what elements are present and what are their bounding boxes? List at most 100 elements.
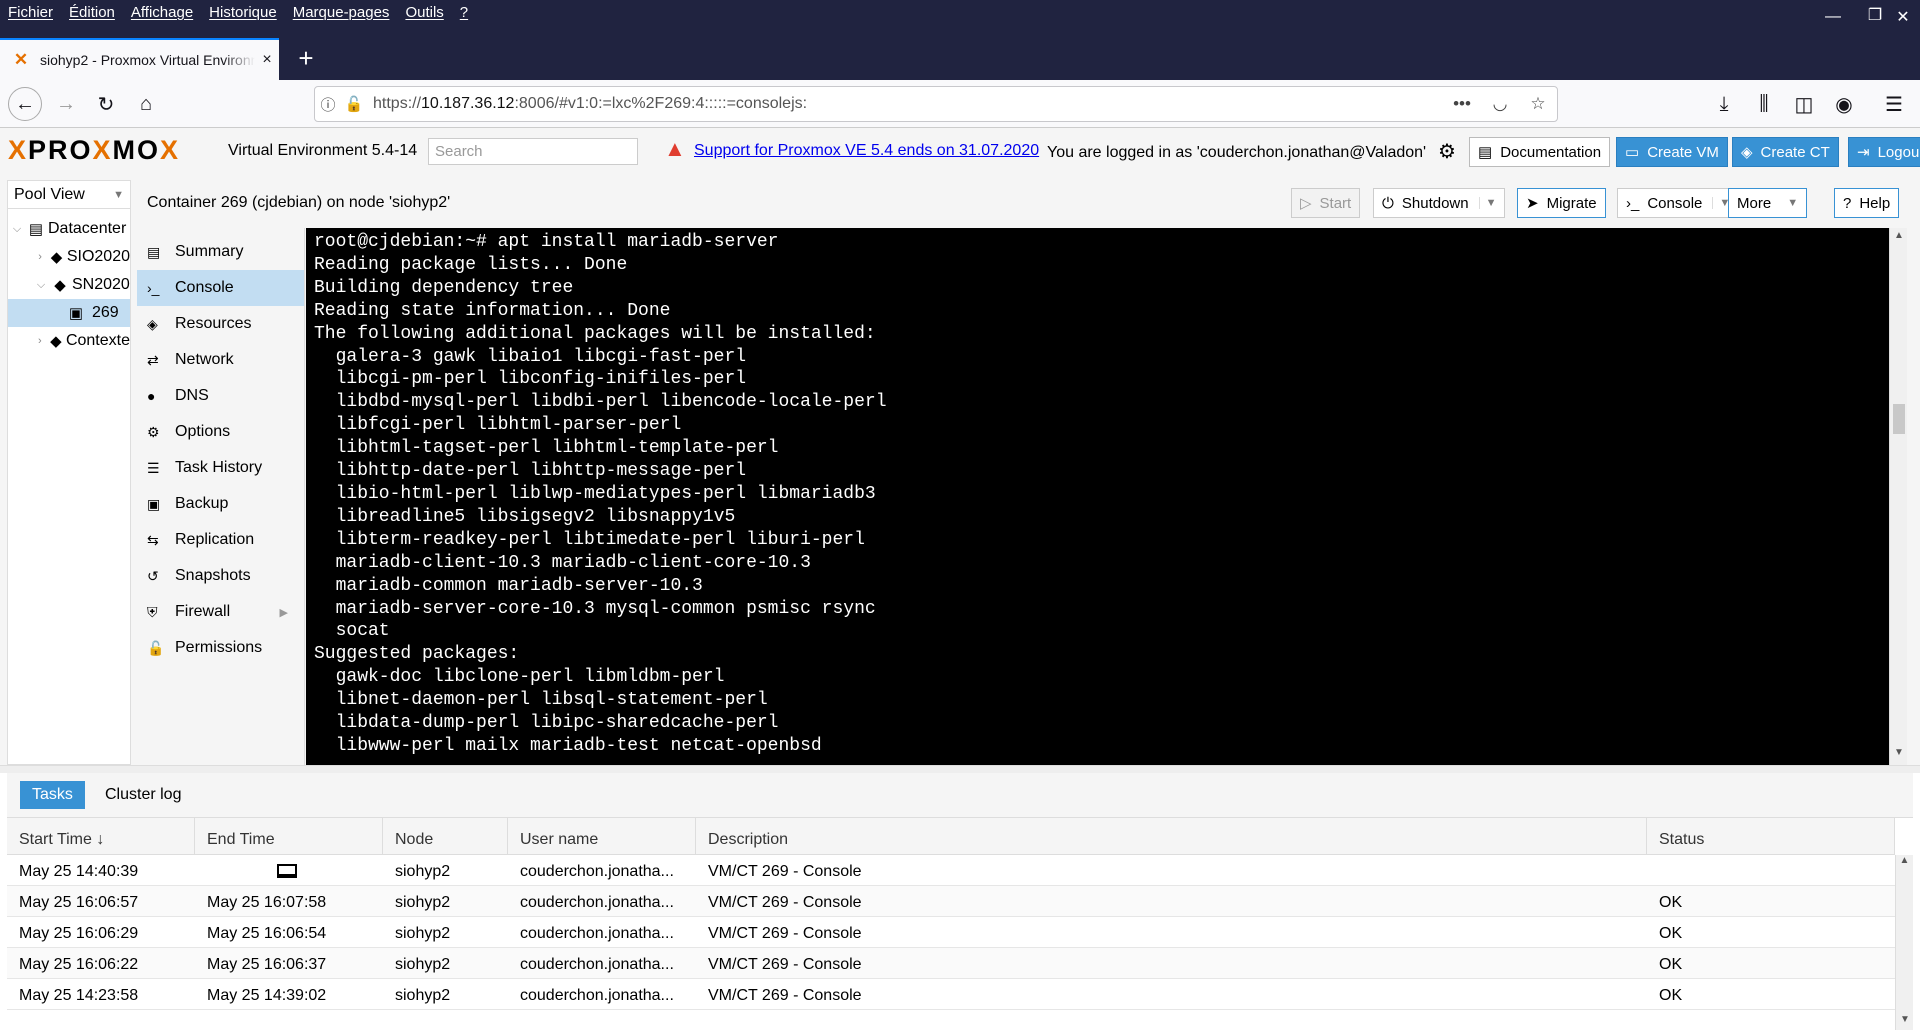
reload-icon[interactable]: ↻ [88,87,124,121]
chevron-down-icon[interactable]: ▼ [1478,197,1496,209]
cell-node: siohyp2 [395,987,451,1004]
more-button[interactable]: More ▼ [1728,188,1808,218]
expand-arrow-icon[interactable]: › [34,335,46,347]
scroll-down-icon[interactable]: ▼ [1896,1014,1914,1030]
subnav-permissions[interactable]: 🔓 Permissions [137,630,304,666]
scroll-down-icon[interactable]: ▼ [1890,747,1908,763]
terminal-line: libio-html-perl liblwp-mediatypes-perl l… [314,483,876,504]
console-terminal[interactable]: root@cjdebian:~# apt install mariadb-ser… [306,228,1889,765]
forward-icon[interactable]: → [48,87,84,121]
insecure-lock-icon[interactable]: 🔓 [341,95,367,113]
subnav-snapshots[interactable]: ↺ Snapshots [137,558,304,594]
migrate-button[interactable]: ➤ Migrate [1517,188,1606,218]
console-button[interactable]: ›_ Console ▼ [1617,188,1740,218]
sidebar-icon[interactable]: ◫ [1786,87,1822,121]
running-desktop-icon [277,864,297,878]
create-ct-button[interactable]: ◈ Create CT [1732,137,1839,167]
table-row[interactable]: May 25 14:23:58 May 25 14:39:02 siohyp2 … [7,979,1895,1010]
hamburger-menu-icon[interactable]: ☰ [1876,87,1912,121]
cell-user: couderchon.jonatha... [520,987,674,1004]
search-input[interactable]: Search [428,138,638,165]
tab-title: siohyp2 - Proxmox Virtual Environment [40,52,255,68]
documentation-button[interactable]: ▤ Documentation [1469,137,1611,167]
chevron-down-icon: ▼ [113,188,124,201]
terminal-scrollbar[interactable]: ▲ ▼ [1889,228,1907,765]
column-status[interactable]: Status [1647,818,1895,854]
cell-description: VM/CT 269 - Console [708,987,862,1004]
scroll-up-icon[interactable]: ▲ [1896,855,1913,871]
tab-close-icon[interactable]: × [255,51,279,69]
menu-fichier[interactable]: Fichier [0,4,61,21]
subnav-replication[interactable]: ⇆ Replication [137,522,304,558]
scrollbar-thumb[interactable] [1893,404,1905,434]
subnav-options[interactable]: ⚙ Options [137,414,304,450]
user-settings-gear-icon[interactable]: ⚙ [1438,139,1456,164]
column-description[interactable]: Description [696,818,1647,854]
subnav-backup[interactable]: ▣ Backup [137,486,304,522]
subnav-console[interactable]: ›_ Console [137,270,304,306]
tree-node-datacenter[interactable]: ⌵ ▤ Datacenter [8,215,130,243]
home-icon[interactable]: ⌂ [128,87,164,121]
menu-affichage[interactable]: Affichage [123,4,201,21]
tag-icon: ◆ [50,333,62,350]
subnav-task-history[interactable]: ☰ Task History [137,450,304,486]
page-actions-icon[interactable]: ••• [1443,94,1481,114]
expand-arrow-icon[interactable]: › [34,251,46,263]
table-row[interactable]: May 25 14:40:39 siohyp2 couderchon.jonat… [7,855,1895,886]
menu-outils[interactable]: Outils [397,4,451,21]
tree-node-sio2020[interactable]: › ◆ SIO2020 [8,243,130,271]
table-row[interactable]: May 25 16:06:22 May 25 16:06:37 siohyp2 … [7,948,1895,979]
proxmox-favicon-icon: ✕ [13,50,29,69]
menu-marque-pages[interactable]: Marque-pages [285,4,398,21]
column-start-time[interactable]: Start Time ↓ [7,818,195,854]
content-header: Container 269 (cjdebian) on node 'siohyp… [137,180,1907,226]
account-icon[interactable]: ◉ [1826,87,1862,121]
subnav-network[interactable]: ⇄ Network [137,342,304,378]
pocket-icon[interactable]: ◡ [1481,94,1519,114]
cell-user: couderchon.jonatha... [520,863,674,880]
view-selector[interactable]: Pool View ▼ [8,181,130,209]
subnav-resources[interactable]: ◈ Resources [137,306,304,342]
info-icon[interactable]: ⓘ [315,94,341,115]
table-row[interactable]: May 25 16:06:57 May 25 16:07:58 siohyp2 … [7,886,1895,917]
library-icon[interactable]: ⫼ [1746,87,1782,121]
cell-description: VM/CT 269 - Console [708,863,862,880]
subnav-summary[interactable]: ▤ Summary [137,234,304,270]
create-vm-button[interactable]: ▭ Create VM [1616,137,1728,167]
collapse-arrow-icon[interactable]: ⌵ [34,279,48,292]
collapse-arrow-icon[interactable]: ⌵ [10,223,24,236]
menu-help[interactable]: ? [452,4,476,21]
tree-node-sn2020[interactable]: ⌵ ◆ SN2020 [8,271,130,299]
menu-edition[interactable]: Édition [61,4,123,21]
grid-scrollbar[interactable]: ▲ ▼ [1895,855,1913,1030]
url-text[interactable]: https://10.187.36.12:8006/#v1:0:=lxc%2F2… [373,95,1443,113]
new-tab-button[interactable]: + [288,38,324,78]
column-end-time[interactable]: End Time [195,818,383,854]
scroll-up-icon[interactable]: ▲ [1890,230,1908,246]
tab-cluster-log[interactable]: Cluster log [93,781,193,809]
tab-tasks[interactable]: Tasks [20,781,85,809]
help-button[interactable]: ? Help [1834,188,1900,218]
shutdown-button[interactable]: ⏻ Shutdown ▼ [1373,188,1506,218]
bookmark-star-icon[interactable]: ☆ [1519,94,1557,114]
download-icon[interactable]: ⤓ [1706,87,1742,121]
tree-node-contexte[interactable]: › ◆ Contexte [8,327,130,355]
logout-button[interactable]: ⇥ Logou [1848,137,1920,167]
menu-historique[interactable]: Historique [201,4,285,21]
tree-node-269[interactable]: ▣ 269 [8,299,130,327]
subnav-dns[interactable]: ● DNS [137,378,304,414]
subnav-firewall[interactable]: ⛨ Firewall ▶ [137,594,304,630]
support-link[interactable]: Support for Proxmox VE 5.4 ends on 31.07… [694,142,1039,160]
column-user-name[interactable]: User name [508,818,696,854]
table-row[interactable]: May 25 16:06:29 May 25 16:06:54 siohyp2 … [7,917,1895,948]
expand-arrow-icon[interactable]: ▶ [280,606,288,619]
url-bar[interactable]: ⓘ 🔓 https://10.187.36.12:8006/#v1:0:=lxc… [314,86,1558,122]
cell-start: May 25 14:40:39 [19,863,139,880]
cell-end: May 25 16:06:37 [207,956,327,973]
back-icon[interactable]: ← [8,87,42,121]
browser-tab[interactable]: ✕ siohyp2 - Proxmox Virtual Environment … [0,38,279,80]
panel-splitter[interactable] [0,765,1920,773]
tab-strip: ✕ siohyp2 - Proxmox Virtual Environment … [0,24,1920,80]
start-button[interactable]: ▷ Start [1291,188,1361,218]
column-node[interactable]: Node [383,818,508,854]
